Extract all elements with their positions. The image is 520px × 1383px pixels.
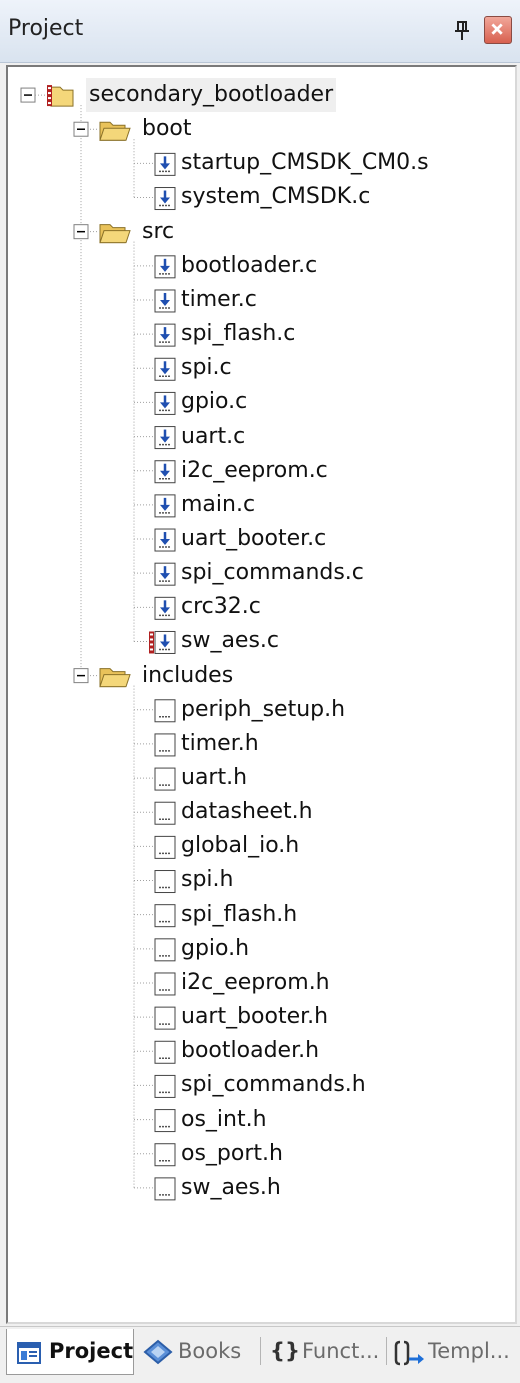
header-file-icon <box>154 1143 176 1167</box>
tree-file-label[interactable]: spi_flash.h <box>178 898 300 932</box>
header-file-icon <box>154 1074 176 1098</box>
folder-open-icon <box>99 668 131 688</box>
tree-file-label[interactable]: spi_commands.h <box>178 1068 369 1102</box>
source-file-icon <box>154 255 176 279</box>
tree-file-label[interactable]: datasheet.h <box>178 795 316 829</box>
header-file-icon <box>154 938 176 962</box>
source-file-icon <box>154 323 176 347</box>
tab-functions[interactable]: {} Funct... <box>266 1329 382 1375</box>
source-file-icon <box>154 357 176 381</box>
header-file-icon <box>154 1006 176 1030</box>
header-file-icon <box>154 1040 176 1064</box>
header-file-icon <box>154 904 176 928</box>
tab-templates[interactable]: Templ... <box>392 1329 514 1375</box>
tab-separator <box>386 1337 387 1365</box>
header-file-icon <box>154 699 176 723</box>
tree-file-label[interactable]: gpio.c <box>178 385 250 419</box>
header-file-icon <box>154 801 176 825</box>
folder-open-icon <box>99 121 131 141</box>
tree-file-label[interactable]: timer.c <box>178 283 260 317</box>
tree-file-label[interactable]: bootloader.c <box>178 249 320 283</box>
tree-file-label[interactable]: periph_setup.h <box>178 693 348 727</box>
project-tree[interactable]: secondary_bootloader boot startup_CMSDK_CM… <box>6 65 517 1324</box>
source-file-icon <box>149 630 176 654</box>
tree-file-label[interactable]: crc32.c <box>178 590 264 624</box>
header-file-icon <box>154 972 176 996</box>
collapse-toggle-icon[interactable] <box>73 668 89 684</box>
tree-file-label[interactable]: spi_flash.c <box>178 317 298 351</box>
header-file-icon <box>154 1109 176 1133</box>
tree-folder-label[interactable]: includes <box>139 659 236 693</box>
tree-project-label[interactable]: secondary_bootloader <box>86 78 337 112</box>
tree-folder-label[interactable]: boot <box>139 112 195 146</box>
collapse-toggle-icon[interactable] <box>73 121 89 137</box>
tree-file-label[interactable]: global_io.h <box>178 829 302 863</box>
source-file-icon <box>154 494 176 518</box>
tree-file-label[interactable]: uart_booter.c <box>178 522 329 556</box>
tab-label: Funct... <box>302 1339 380 1363</box>
source-file-icon <box>154 528 176 552</box>
tab-books[interactable]: Books <box>140 1329 252 1375</box>
tree-file-label[interactable]: uart.c <box>178 420 248 454</box>
tree-file-label[interactable]: spi.h <box>178 863 236 897</box>
tree-file-label[interactable]: uart.h <box>178 761 250 795</box>
panel-title: Project <box>8 16 84 41</box>
panel-titlebar: Project <box>0 0 520 63</box>
tree-file-label[interactable]: os_port.h <box>178 1137 286 1171</box>
source-file-icon <box>154 391 176 415</box>
source-file-icon <box>154 596 176 620</box>
collapse-toggle-icon[interactable] <box>20 87 36 103</box>
tree-file-label[interactable]: i2c_eeprom.c <box>178 454 331 488</box>
header-file-icon <box>154 870 176 894</box>
header-file-icon <box>154 835 176 859</box>
tree-file-label[interactable]: main.c <box>178 488 258 522</box>
pin-icon[interactable] <box>452 20 472 42</box>
header-file-icon <box>154 767 176 791</box>
books-icon <box>143 1339 173 1365</box>
source-file-icon <box>154 187 176 211</box>
header-file-icon <box>154 1177 176 1201</box>
close-button[interactable] <box>484 16 512 44</box>
tree-file-label[interactable]: i2c_eeprom.h <box>178 966 333 1000</box>
tree-file-label[interactable]: gpio.h <box>178 932 252 966</box>
tree-folder-label[interactable]: src <box>139 215 177 249</box>
tree-file-label[interactable]: system_CMSDK.c <box>178 180 373 214</box>
tree-file-label[interactable]: spi_commands.c <box>178 556 367 590</box>
tree-file-label[interactable]: timer.h <box>178 727 262 761</box>
source-file-icon <box>154 289 176 313</box>
tab-bar: Project Books {} Funct... Templ... <box>0 1326 520 1383</box>
tab-label: Books <box>178 1339 242 1363</box>
header-file-icon <box>154 733 176 757</box>
project-folder-icon <box>47 85 74 107</box>
tab-label: Templ... <box>428 1339 510 1363</box>
tree-file-label[interactable]: uart_booter.h <box>178 1000 331 1034</box>
tab-label: Project <box>49 1339 134 1363</box>
tab-project[interactable]: Project <box>6 1329 134 1375</box>
project-icon <box>17 1342 41 1364</box>
tree-file-label[interactable]: sw_aes.c <box>178 624 282 658</box>
close-icon <box>491 23 503 35</box>
collapse-toggle-icon[interactable] <box>73 224 89 240</box>
functions-icon: {} <box>270 1339 300 1363</box>
tree-file-label[interactable]: os_int.h <box>178 1103 270 1137</box>
folder-open-icon <box>99 224 131 244</box>
tab-separator <box>260 1337 261 1365</box>
tree-file-label[interactable]: spi.c <box>178 351 235 385</box>
templates-icon <box>394 1340 424 1366</box>
source-file-icon <box>154 152 176 176</box>
tree-file-label[interactable]: sw_aes.h <box>178 1171 284 1205</box>
tree-file-label[interactable]: bootloader.h <box>178 1034 322 1068</box>
source-file-icon <box>154 562 176 586</box>
source-file-icon <box>154 460 176 484</box>
source-file-icon <box>154 426 176 450</box>
tree-file-label[interactable]: startup_CMSDK_CM0.s <box>178 146 432 180</box>
